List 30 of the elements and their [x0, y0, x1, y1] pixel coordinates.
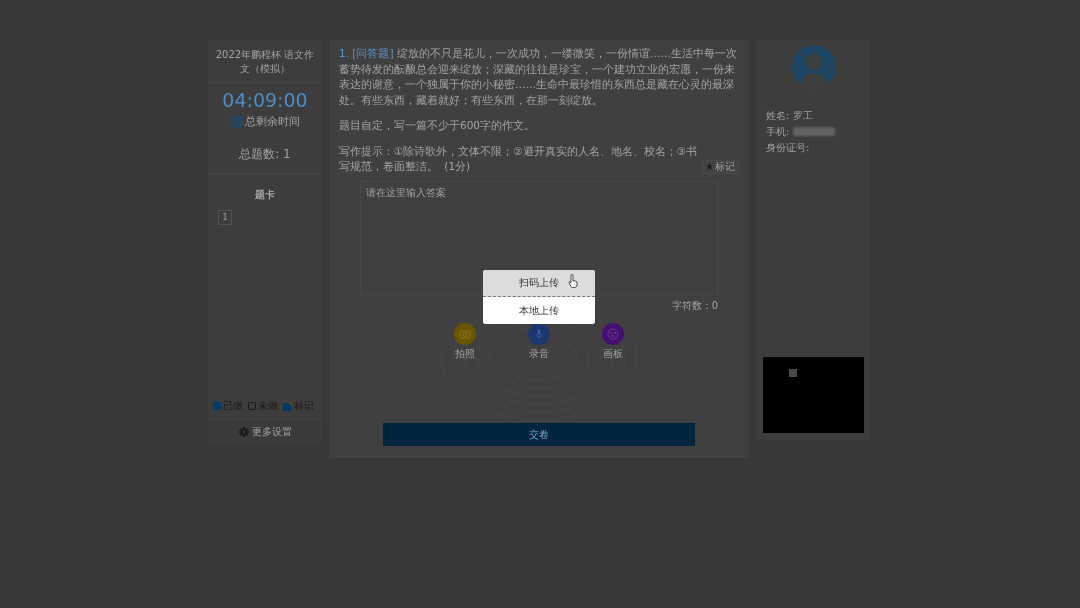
- menu-item[interactable]: 扫码上传: [483, 270, 595, 297]
- field-value: 罗工: [793, 108, 814, 123]
- hand-cursor-icon: [568, 274, 578, 288]
- star-icon: [706, 163, 713, 170]
- question-prompt: 题目自定，写一篇不少于600字的作文。: [339, 118, 537, 133]
- field-label: 手机:: [766, 124, 790, 139]
- tool-button[interactable]: 录音: [528, 322, 550, 361]
- gear-icon: [238, 427, 249, 437]
- exam-title: 2022年鹏程杯 语文作文（模拟）: [208, 40, 322, 83]
- light-spot: [789, 369, 797, 377]
- redacted-value: [793, 127, 836, 136]
- tool-button[interactable]: 画板: [602, 322, 624, 361]
- submit-button[interactable]: 交卷: [383, 423, 695, 446]
- answer-card-title: 题卡: [254, 188, 276, 202]
- field-label: 姓名:: [766, 108, 790, 123]
- question-count: 总题数: 1: [239, 146, 291, 163]
- question-text: 1. [问答题] 绽放的不只是花儿，一次成功，一缕微笑，一份情谊……生活中每一次蓄势待发的酝酿总会迎来绽放；深藏的往往是珍宝，一个建功立业的宏愿，一份未表达的谢意，一个独属于你的小秘密……生命中最珍惜的东西总是藏在心灵的最深处。有些东西，藏着就好；有些东西，在那一刻绽放。: [339, 46, 738, 108]
- character-count: 字符数：0: [671, 298, 718, 313]
- filled-square-icon: [213, 402, 221, 410]
- flagged-square-icon: [283, 401, 292, 411]
- avatar-silhouette-icon: [791, 45, 836, 89]
- mark-button[interactable]: 标记: [702, 159, 739, 174]
- alarm-clock-icon: [230, 115, 242, 128]
- field-label: 身份证号:: [766, 140, 810, 155]
- question-number-button[interactable]: 1: [218, 210, 232, 225]
- timer-label: 总剩余时间: [245, 114, 300, 129]
- empty-square-icon: [248, 402, 256, 410]
- tool-button[interactable]: 拍照: [454, 322, 476, 361]
- countdown-timer: 04:09:00: [222, 89, 308, 111]
- writing-tips: 写作提示：①除诗歌外，文体不限；②避开真实的人名、地名、校名；③书写规范，卷面整洁。 (1分): [339, 143, 698, 174]
